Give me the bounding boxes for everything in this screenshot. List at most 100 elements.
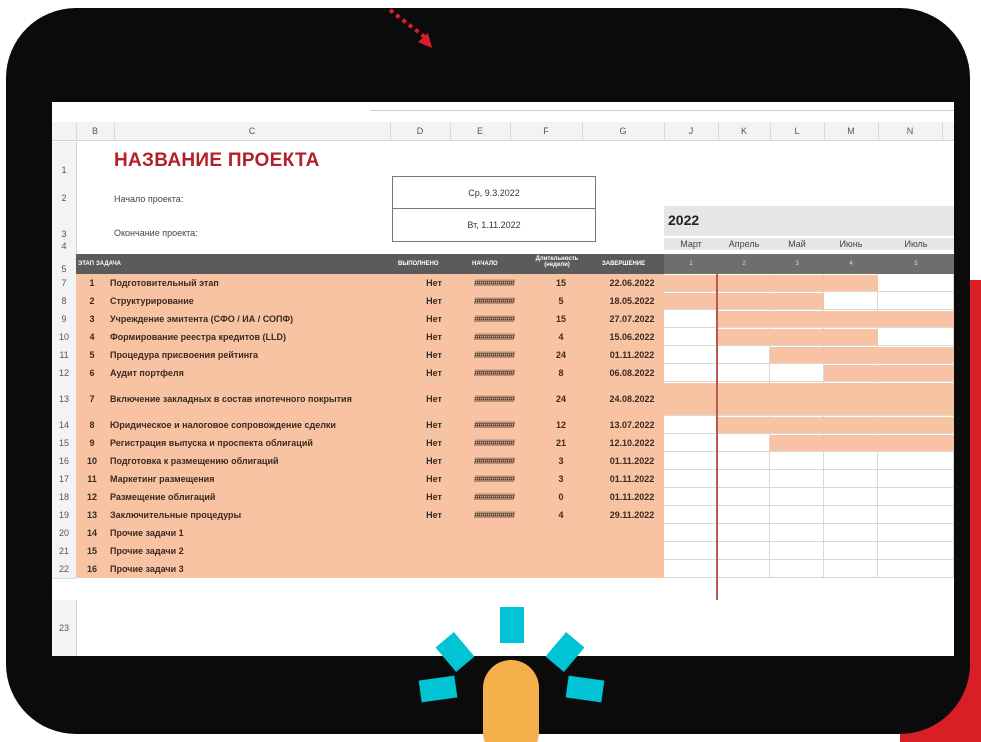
gantt-bar[interactable] <box>664 275 878 291</box>
gantt-cell[interactable] <box>878 452 954 470</box>
gantt-cell[interactable] <box>770 542 824 560</box>
gantt-bar[interactable] <box>770 435 954 451</box>
task-start[interactable]: ########## <box>464 296 524 306</box>
gantt-cell[interactable] <box>664 416 718 434</box>
task-number[interactable]: 2 <box>84 296 100 306</box>
task-name[interactable]: Прочие задачи 2 <box>110 546 390 556</box>
task-end[interactable]: 15.06.2022 <box>596 332 668 342</box>
task-duration[interactable]: 24 <box>546 394 576 404</box>
gantt-cell[interactable] <box>718 434 770 452</box>
gantt-cell[interactable] <box>664 470 718 488</box>
table-row[interactable]: 5 Процедура присвоения рейтинга Нет #######… <box>76 346 664 365</box>
row-header[interactable]: 17 <box>52 470 77 489</box>
task-start[interactable]: ########## <box>464 456 524 466</box>
task-name[interactable]: Маркетинг размещения <box>110 474 390 484</box>
gantt-cell[interactable] <box>718 346 770 364</box>
task-start[interactable]: ########## <box>464 420 524 430</box>
gantt-cell[interactable] <box>878 560 954 578</box>
task-done[interactable]: Нет <box>414 278 454 288</box>
row-header[interactable]: 22 <box>52 560 77 579</box>
gantt-cell[interactable] <box>718 452 770 470</box>
task-done[interactable]: Нет <box>414 368 454 378</box>
task-name[interactable]: Аудит портфеля <box>110 368 390 378</box>
gantt-cell[interactable] <box>824 560 878 578</box>
table-row[interactable]: 7 Включение закладных в состав ипотечного… <box>76 382 664 417</box>
gantt-cell[interactable] <box>718 364 770 382</box>
gantt-cell[interactable] <box>824 452 878 470</box>
column-header[interactable]: E <box>450 122 511 140</box>
task-duration[interactable]: 4 <box>546 332 576 342</box>
task-start[interactable]: ########## <box>464 350 524 360</box>
task-duration[interactable]: 3 <box>546 456 576 466</box>
row-header[interactable]: 1 <box>52 142 77 175</box>
gantt-cell[interactable] <box>878 506 954 524</box>
task-number[interactable]: 11 <box>84 474 100 484</box>
table-row[interactable]: 14 Прочие задачи 1 <box>76 524 664 543</box>
task-duration[interactable]: 0 <box>546 492 576 502</box>
gantt-cell[interactable] <box>664 346 718 364</box>
gantt-cell[interactable] <box>878 524 954 542</box>
row-header[interactable]: 8 <box>52 292 77 311</box>
task-name[interactable]: Подготовка к размещению облигаций <box>110 456 390 466</box>
column-header[interactable]: B <box>76 122 115 140</box>
gantt-bar[interactable] <box>770 347 954 363</box>
column-header[interactable]: K <box>718 122 771 140</box>
row-header[interactable]: 18 <box>52 488 77 507</box>
gantt-cell[interactable] <box>878 488 954 506</box>
task-done[interactable]: Нет <box>414 420 454 430</box>
task-number[interactable]: 7 <box>84 394 100 404</box>
gantt-cell[interactable] <box>664 488 718 506</box>
gantt-cell[interactable] <box>664 328 718 346</box>
gantt-cell[interactable] <box>664 542 718 560</box>
task-name[interactable]: Прочие задачи 1 <box>110 528 390 538</box>
row-header[interactable]: 3 <box>52 204 77 239</box>
task-start[interactable]: ########## <box>464 394 524 404</box>
task-end[interactable]: 01.11.2022 <box>596 492 668 502</box>
task-done[interactable]: Нет <box>414 456 454 466</box>
gantt-cell[interactable] <box>664 434 718 452</box>
gantt-cell[interactable] <box>718 524 770 542</box>
row-header[interactable]: 14 <box>52 416 77 435</box>
task-name[interactable]: Учреждение эмитента (СФО / ИА / СОПФ) <box>110 314 390 324</box>
start-date-cell[interactable]: Ср, 9.3.2022 <box>392 176 596 210</box>
task-name[interactable]: Юридическое и налоговое сопровождение сд… <box>110 420 390 430</box>
gantt-cell[interactable] <box>718 488 770 506</box>
task-start[interactable]: ########## <box>464 278 524 288</box>
task-done[interactable]: Нет <box>414 438 454 448</box>
task-start[interactable]: ########## <box>464 314 524 324</box>
gantt-cell[interactable] <box>664 452 718 470</box>
gantt-cell[interactable] <box>664 524 718 542</box>
task-name[interactable]: Подготовительный этап <box>110 278 390 288</box>
row-header[interactable]: 7 <box>52 274 77 293</box>
row-header[interactable]: 11 <box>52 346 77 365</box>
gantt-cell[interactable] <box>878 542 954 560</box>
task-name[interactable]: Включение закладных в состав ипотечного … <box>110 394 390 404</box>
table-row[interactable]: 12 Размещение облигаций Нет ########## 0 01.1… <box>76 488 664 507</box>
table-row[interactable]: 8 Юридическое и налоговое сопровождение с… <box>76 416 664 435</box>
task-number[interactable]: 12 <box>84 492 100 502</box>
task-number[interactable]: 3 <box>84 314 100 324</box>
gantt-cell[interactable] <box>824 524 878 542</box>
gantt-cell[interactable] <box>824 542 878 560</box>
gantt-cell[interactable] <box>770 560 824 578</box>
column-header[interactable]: N <box>878 122 943 140</box>
gantt-cell[interactable] <box>770 488 824 506</box>
row-header[interactable]: 2 <box>52 174 77 205</box>
task-end[interactable]: 13.07.2022 <box>596 420 668 430</box>
task-done[interactable]: Нет <box>414 350 454 360</box>
task-start[interactable]: ########## <box>464 492 524 502</box>
gantt-cell[interactable] <box>824 506 878 524</box>
task-name[interactable]: Структурирование <box>110 296 390 306</box>
task-number[interactable]: 9 <box>84 438 100 448</box>
task-duration[interactable]: 4 <box>546 510 576 520</box>
task-end[interactable]: 24.08.2022 <box>596 394 668 404</box>
task-name[interactable]: Формирование реестра кредитов (LLD) <box>110 332 390 342</box>
task-end[interactable]: 12.10.2022 <box>596 438 668 448</box>
gantt-bar[interactable] <box>664 293 824 309</box>
row-header[interactable]: 12 <box>52 364 77 383</box>
gantt-cell[interactable] <box>878 292 954 310</box>
column-header[interactable]: F <box>510 122 583 140</box>
gantt-cell[interactable] <box>664 310 718 328</box>
gantt-cell[interactable] <box>664 506 718 524</box>
task-start[interactable]: ########## <box>464 332 524 342</box>
